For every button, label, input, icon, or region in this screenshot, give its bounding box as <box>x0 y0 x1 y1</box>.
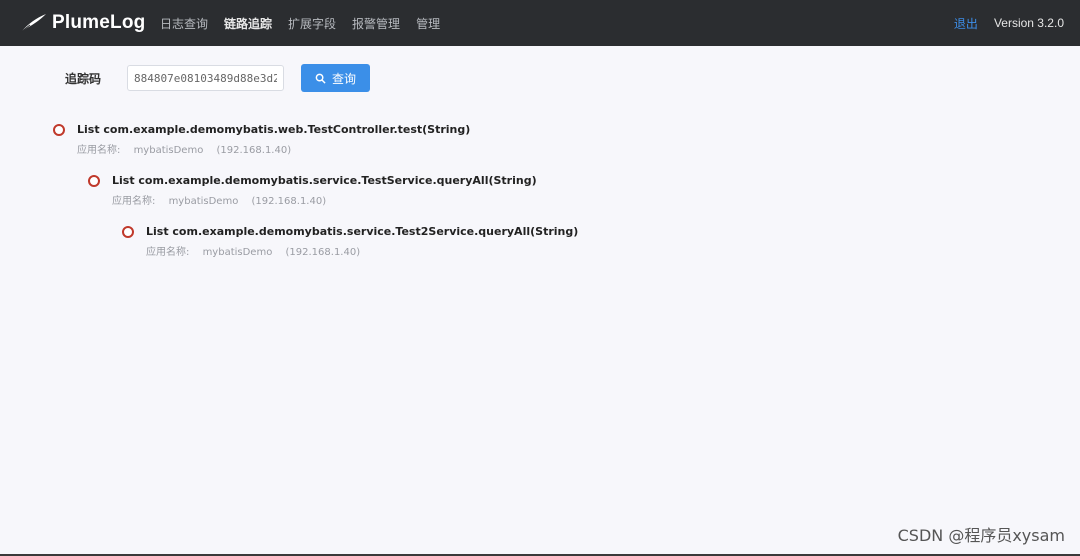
logo-text: PlumeLog <box>52 12 146 33</box>
watermark: CSDN @程序员xysam <box>897 526 1065 545</box>
nav-trace[interactable]: 链路追踪 <box>224 15 272 32</box>
app-ip: (192.168.1.40) <box>216 145 292 156</box>
app-name: mybatisDemo <box>133 145 204 156</box>
main-nav: 日志查询 链路追踪 扩展字段 报警管理 管理 <box>160 15 456 32</box>
app-label: 应用名称: <box>146 247 190 258</box>
nav-alarm-manage[interactable]: 报警管理 <box>352 15 400 32</box>
trace-method: List com.example.demomybatis.web.TestCon… <box>77 123 471 136</box>
trace-meta: 应用名称: mybatisDemo (192.168.1.40) <box>146 243 370 258</box>
search-button-label: 查询 <box>331 71 356 86</box>
node-bullet-icon <box>53 124 65 136</box>
app-label: 应用名称: <box>112 196 156 207</box>
nav-extend-fields[interactable]: 扩展字段 <box>288 15 336 32</box>
app-name: mybatisDemo <box>168 196 239 207</box>
app-name: mybatisDemo <box>202 247 273 258</box>
logout-link[interactable]: 退出 <box>954 15 978 32</box>
search-button[interactable]: 查询 <box>301 64 370 92</box>
app-ip: (192.168.1.40) <box>285 247 361 258</box>
top-navbar: PlumeLog 日志查询 链路追踪 扩展字段 报警管理 管理 退出 Versi… <box>0 0 1080 46</box>
app-logo[interactable]: PlumeLog <box>18 12 148 34</box>
feather-icon <box>20 14 46 33</box>
node-bullet-icon <box>122 226 134 238</box>
trace-meta: 应用名称: mybatisDemo (192.168.1.40) <box>77 141 301 156</box>
search-icon <box>315 73 326 84</box>
nav-log-query[interactable]: 日志查询 <box>160 15 208 32</box>
node-bullet-icon <box>88 175 100 187</box>
trace-id-input[interactable] <box>127 65 284 91</box>
nav-admin[interactable]: 管理 <box>416 15 440 32</box>
app-label: 应用名称: <box>77 145 121 156</box>
header-right: 退出 Version 3.2.0 <box>954 0 1064 46</box>
app-ip: (192.168.1.40) <box>251 196 327 207</box>
trace-id-label: 追踪码 <box>65 72 102 86</box>
trace-meta: 应用名称: mybatisDemo (192.168.1.40) <box>112 192 336 207</box>
search-bar: 追踪码 查询 <box>0 63 1080 93</box>
version-label: Version 3.2.0 <box>993 16 1064 30</box>
trace-method: List com.example.demomybatis.service.Tes… <box>112 174 537 187</box>
trace-method: List com.example.demomybatis.service.Tes… <box>146 225 579 238</box>
